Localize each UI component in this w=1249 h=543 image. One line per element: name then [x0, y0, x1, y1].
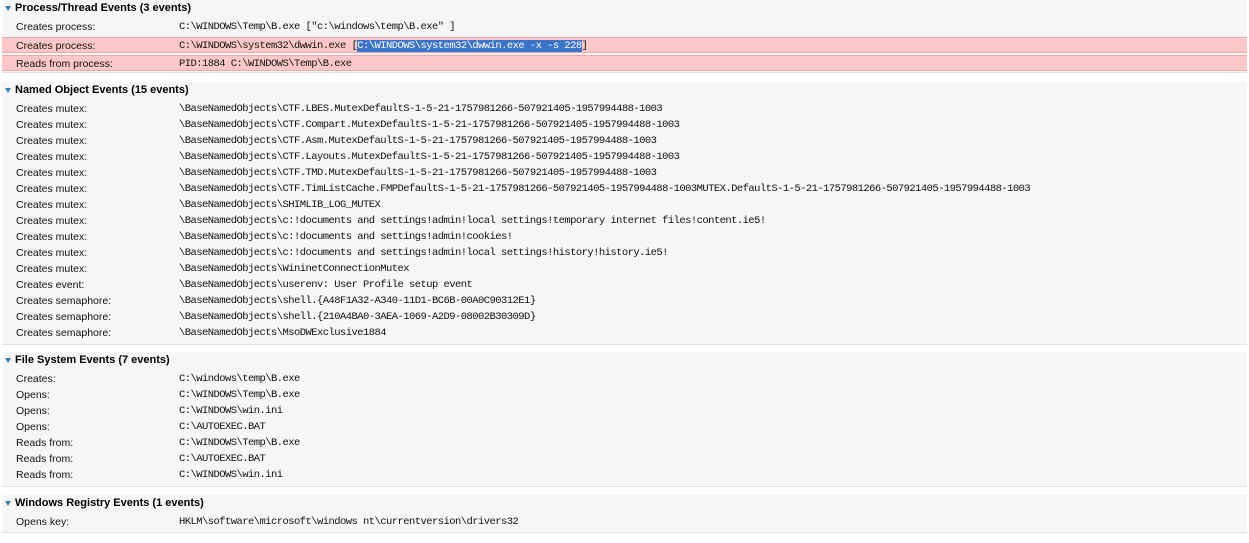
event-value[interactable]: HKLM\software\microsoft\windows nt\curre… — [179, 514, 519, 530]
event-label: Opens: — [16, 405, 50, 417]
event-label: Opens key: — [16, 516, 70, 528]
event-value[interactable]: \BaseNamedObjects\WininetConnectionMutex — [179, 261, 410, 277]
event-label: Creates event: — [16, 279, 85, 291]
event-value[interactable]: C:\WINDOWS\system32\dwwin.exe [C:\WINDOW… — [179, 38, 588, 54]
event-row: Creates mutex: \BaseNamedObjects\CTF.LBES… — [2, 101, 1247, 117]
event-row-highlighted: Reads from process: PID:1884 C:\WINDOWS\… — [2, 55, 1247, 71]
event-value[interactable]: C:\AUTOEXEC.BAT — [179, 419, 266, 435]
event-value[interactable]: \BaseNamedObjects\shell.{A48F1A32-A340-1… — [179, 293, 536, 309]
event-value[interactable]: \BaseNamedObjects\userenv: User Profile … — [179, 277, 473, 293]
event-value[interactable]: C:\WINDOWS\win.ini — [179, 403, 283, 419]
named-object-events-section: Named Object Events (15 events) Creates … — [2, 82, 1247, 345]
event-value[interactable]: \BaseNamedObjects\c:!documents and setti… — [179, 213, 766, 229]
event-row: Creates event: \BaseNamedObjects\userenv:… — [2, 277, 1247, 293]
event-row: Creates mutex: \BaseNamedObjects\CTF.Comp… — [2, 117, 1247, 133]
event-label: Creates process: — [16, 40, 96, 52]
event-value[interactable]: \BaseNamedObjects\c:!documents and setti… — [179, 229, 513, 245]
event-row: Reads from: C:\WINDOWS\win.ini — [2, 467, 1247, 483]
event-value[interactable]: C:\WINDOWS\Temp\B.exe — [179, 435, 300, 451]
event-row: Creates semaphore: \BaseNamedObjects\shel… — [2, 309, 1247, 325]
event-value[interactable]: \BaseNamedObjects\SHIMLIB_LOG_MUTEX — [179, 197, 381, 213]
event-label: Creates semaphore: — [16, 311, 112, 323]
event-row: Creates semaphore: \BaseNamedObjects\shel… — [2, 293, 1247, 309]
event-row: Creates mutex: \BaseNamedObjects\CTF.TimL… — [2, 181, 1247, 197]
event-label: Reads from: — [16, 469, 74, 481]
event-label: Reads from: — [16, 437, 74, 449]
event-label: Creates semaphore: — [16, 295, 112, 307]
event-row: Creates process: C:\WINDOWS\Temp\B.exe [… — [2, 19, 1247, 35]
event-label: Creates mutex: — [16, 183, 88, 195]
event-label: Opens: — [16, 389, 50, 401]
event-value[interactable]: C:\AUTOEXEC.BAT — [179, 451, 266, 467]
value-prefix: C:\WINDOWS\system32\dwwin.exe [ — [179, 40, 358, 52]
event-label: Creates mutex: — [16, 263, 88, 275]
event-value[interactable]: C:\windows\temp\B.exe — [179, 371, 300, 387]
event-label: Creates process: — [16, 21, 96, 33]
event-value[interactable]: \BaseNamedObjects\CTF.Layouts.MutexDefau… — [179, 149, 680, 165]
event-row: Creates semaphore: \BaseNamedObjects\MsoD… — [2, 325, 1247, 341]
event-value[interactable]: \BaseNamedObjects\CTF.TMD.MutexDefaultS-… — [179, 165, 657, 181]
event-row: Creates mutex: \BaseNamedObjects\CTF.Asm.… — [2, 133, 1247, 149]
event-label: Creates mutex: — [16, 119, 88, 131]
event-row: Creates mutex: \BaseNamedObjects\c:!docum… — [2, 229, 1247, 245]
file-system-events-section: File System Events (7 events) Creates: C:… — [2, 352, 1247, 487]
event-row: Creates mutex: \BaseNamedObjects\c:!docum… — [2, 245, 1247, 261]
event-value[interactable]: \BaseNamedObjects\CTF.Compart.MutexDefau… — [179, 117, 680, 133]
section-title: Windows Registry Events (1 events) — [15, 497, 204, 509]
event-label: Creates mutex: — [16, 103, 88, 115]
event-value[interactable]: \BaseNamedObjects\shell.{210A4BA0-3AEA-1… — [179, 309, 536, 325]
triangle-down-icon[interactable] — [5, 87, 11, 93]
event-value[interactable]: \BaseNamedObjects\MsoDWExclusive1884 — [179, 325, 387, 341]
event-row: Reads from: C:\WINDOWS\Temp\B.exe — [2, 435, 1247, 451]
event-label: Creates mutex: — [16, 167, 88, 179]
event-label: Opens: — [16, 421, 50, 433]
event-value[interactable]: PID:1884 C:\WINDOWS\Temp\B.exe — [179, 56, 352, 72]
event-label: Reads from process: — [16, 58, 113, 70]
event-row: Opens: C:\AUTOEXEC.BAT — [2, 419, 1247, 435]
triangle-down-icon[interactable] — [5, 500, 11, 506]
event-label: Creates mutex: — [16, 135, 88, 147]
section-header[interactable]: Process/Thread Events (3 events) — [2, 0, 1247, 16]
section-title: File System Events (7 events) — [15, 354, 170, 366]
registry-events-section: Windows Registry Events (1 events) Opens… — [2, 495, 1247, 533]
event-value[interactable]: \BaseNamedObjects\CTF.Asm.MutexDefaultS-… — [179, 133, 657, 149]
event-value[interactable]: C:\WINDOWS\win.ini — [179, 467, 283, 483]
event-label: Creates mutex: — [16, 247, 88, 259]
event-label: Creates mutex: — [16, 151, 88, 163]
event-row: Creates mutex: \BaseNamedObjects\CTF.TMD.… — [2, 165, 1247, 181]
event-row: Opens: C:\WINDOWS\Temp\B.exe — [2, 387, 1247, 403]
event-row: Creates: C:\windows\temp\B.exe — [2, 371, 1247, 387]
event-value[interactable]: \BaseNamedObjects\CTF.TimListCache.FMPDe… — [179, 181, 1031, 197]
section-title: Named Object Events (15 events) — [15, 84, 189, 96]
event-label: Creates semaphore: — [16, 327, 112, 339]
triangle-down-icon[interactable] — [5, 357, 11, 363]
event-value[interactable]: \BaseNamedObjects\CTF.LBES.MutexDefaultS… — [179, 101, 663, 117]
process-thread-events-section: Process/Thread Events (3 events) Creates… — [2, 0, 1247, 73]
selected-text[interactable]: C:\WINDOWS\system32\dwwin.exe -x -s 228 — [357, 40, 582, 52]
event-label: Creates mutex: — [16, 215, 88, 227]
event-row-highlighted: Creates process: C:\WINDOWS\system32\dww… — [2, 37, 1247, 53]
event-value[interactable]: C:\WINDOWS\Temp\B.exe ["c:\windows\temp\… — [179, 19, 456, 35]
event-value[interactable]: \BaseNamedObjects\c:!documents and setti… — [179, 245, 668, 261]
section-header[interactable]: Named Object Events (15 events) — [2, 82, 1247, 98]
section-header[interactable]: File System Events (7 events) — [2, 352, 1247, 368]
event-label: Creates mutex: — [16, 199, 88, 211]
value-suffix: ] — [581, 40, 588, 52]
event-label: Creates: — [16, 373, 56, 385]
event-row: Creates mutex: \BaseNamedObjects\SHIMLIB_… — [2, 197, 1247, 213]
event-row: Creates mutex: \BaseNamedObjects\c:!docum… — [2, 213, 1247, 229]
event-label: Reads from: — [16, 453, 74, 465]
section-title: Process/Thread Events (3 events) — [15, 2, 192, 14]
event-row: Reads from: C:\AUTOEXEC.BAT — [2, 451, 1247, 467]
event-row: Creates mutex: \BaseNamedObjects\CTF.Layo… — [2, 149, 1247, 165]
event-label: Creates mutex: — [16, 231, 88, 243]
triangle-down-icon[interactable] — [5, 5, 11, 11]
event-row: Creates mutex: \BaseNamedObjects\WininetC… — [2, 261, 1247, 277]
event-value[interactable]: C:\WINDOWS\Temp\B.exe — [179, 387, 300, 403]
section-header[interactable]: Windows Registry Events (1 events) — [2, 495, 1247, 511]
event-row: Opens: C:\WINDOWS\win.ini — [2, 403, 1247, 419]
event-row: Opens key: HKLM\software\microsoft\window… — [2, 514, 1247, 530]
